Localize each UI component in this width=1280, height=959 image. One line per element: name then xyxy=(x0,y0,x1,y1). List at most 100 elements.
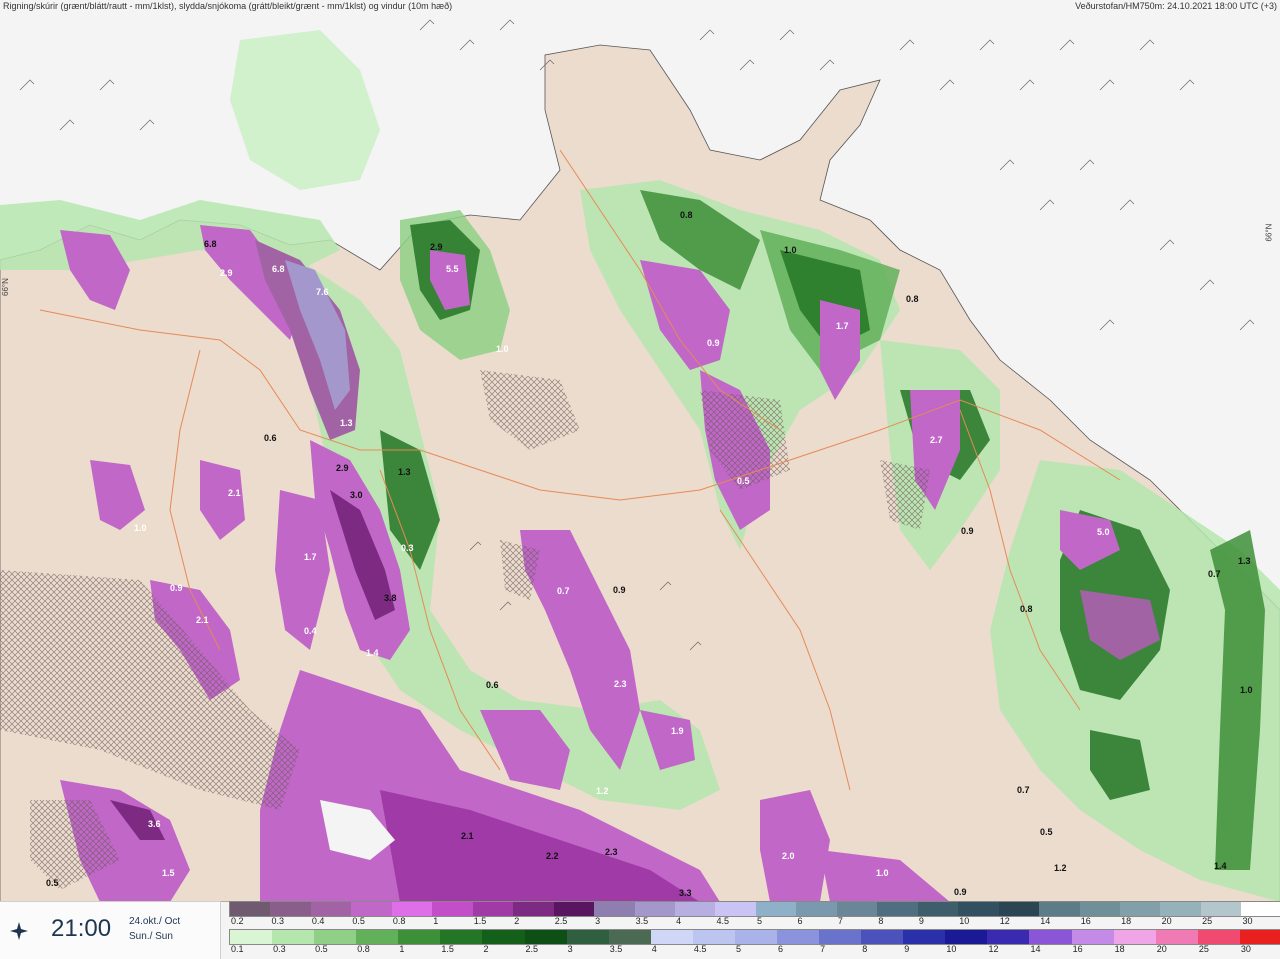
legend-label: 3 xyxy=(567,944,573,954)
legend-label: 1.5 xyxy=(441,944,454,954)
legend-label: 7 xyxy=(820,944,826,954)
legend-label: 2.5 xyxy=(554,916,568,926)
legend-swatch xyxy=(634,902,675,916)
map-value: 0.7 xyxy=(1208,569,1221,579)
legend-swatch xyxy=(272,930,315,944)
legend-label: 1.5 xyxy=(473,916,487,926)
legend-swatch xyxy=(472,902,514,916)
legend-swatch xyxy=(836,902,878,916)
legend-label: 0.5 xyxy=(352,916,365,926)
map-value: 0.7 xyxy=(557,586,570,596)
legend-swatch xyxy=(482,930,525,944)
legend-label: 25 xyxy=(1198,944,1209,954)
snow-legend-bar xyxy=(229,901,1280,917)
legend-label: 30 xyxy=(1240,944,1251,954)
legend-swatch xyxy=(524,930,567,944)
forecast-time: 21:00 xyxy=(51,915,112,942)
map-value: 0.5 xyxy=(1040,827,1053,837)
legend-label: 0.8 xyxy=(357,944,370,954)
legend-swatch xyxy=(391,902,433,916)
rain-legend-bar xyxy=(229,929,1280,945)
legend-swatch xyxy=(553,902,595,916)
map-value: 2.9 xyxy=(220,268,233,278)
legend-label: 8 xyxy=(878,916,884,926)
legend-swatch xyxy=(692,930,735,944)
map-value: 2.1 xyxy=(461,831,474,841)
legend-label: 1 xyxy=(399,944,405,954)
map-value: 0.9 xyxy=(707,338,720,348)
legend-label: 30 xyxy=(1242,916,1253,926)
map-value: 1.7 xyxy=(836,321,849,331)
map-value: 1.0 xyxy=(876,868,889,878)
map-value: 2.0 xyxy=(782,851,795,861)
legend-label: 6 xyxy=(778,944,784,954)
legend-label: 0.3 xyxy=(271,916,284,926)
legend-label: 16 xyxy=(1080,916,1091,926)
map-value: 1.3 xyxy=(340,418,353,428)
legend-label: 4 xyxy=(676,916,682,926)
legend-swatch xyxy=(958,902,999,916)
legend-swatch xyxy=(777,930,820,944)
map-value: 1.4 xyxy=(1214,861,1227,871)
map-value: 0.6 xyxy=(486,680,499,690)
legend-label: 14 xyxy=(1030,944,1041,954)
legend-swatch xyxy=(1071,930,1114,944)
map-value: 2.3 xyxy=(605,847,618,857)
map-value: 7.6 xyxy=(316,287,329,297)
map-value: 2.9 xyxy=(336,463,349,473)
legend-swatch xyxy=(398,930,441,944)
legend-label: 0.3 xyxy=(273,944,286,954)
legend-label: 18 xyxy=(1121,916,1132,926)
legend-label: 18 xyxy=(1114,944,1125,954)
legend-label: 5 xyxy=(735,944,741,954)
map-value: 3.8 xyxy=(384,593,397,603)
legend-label: 2.5 xyxy=(525,944,539,954)
legend-swatch xyxy=(987,930,1030,944)
latitude-label-left: 66°N xyxy=(1,278,10,296)
legend-swatch xyxy=(1039,902,1080,916)
precipitation-map[interactable]: 0.8 1.0 0.8 2.9 5.5 1.0 6.8 2.9 6.8 7.6 … xyxy=(0,10,1280,903)
map-value: 1.3 xyxy=(398,467,411,477)
legend-swatch xyxy=(566,930,609,944)
legend-label: 2 xyxy=(483,944,489,954)
map-value: 0.9 xyxy=(954,887,967,897)
legend-label: 12 xyxy=(988,944,999,954)
map-value: 1.9 xyxy=(671,726,684,736)
legend-swatch xyxy=(594,902,635,916)
map-value: 3.3 xyxy=(679,888,692,898)
legend-swatch xyxy=(1197,930,1240,944)
map-value: 6.8 xyxy=(204,239,217,249)
map-value: 0.5 xyxy=(737,476,750,486)
legend-swatch xyxy=(1029,930,1072,944)
latitude-label-right: 66°N xyxy=(1264,223,1274,242)
map-value: 0.8 xyxy=(906,294,919,304)
snow-legend-labels: 0.2 0.3 0.4 0.5 0.8 1 1.5 2 2.5 3 3.5 4 4.5 5 6 7 8 9 10 12… xyxy=(229,916,1280,927)
map-value: 0.8 xyxy=(680,210,693,220)
legend-label: 14 xyxy=(1040,916,1051,926)
map-value: 0.6 xyxy=(264,433,277,443)
map-value: 1.0 xyxy=(496,344,509,354)
map-value: 1.2 xyxy=(596,786,609,796)
forecast-weekday: Sun./ Sun xyxy=(129,931,173,942)
legend-swatch xyxy=(1119,902,1161,916)
map-value: 0.9 xyxy=(961,526,974,536)
legend-label: 25 xyxy=(1202,916,1213,926)
legend-swatch xyxy=(819,930,862,944)
map-value: 2.9 xyxy=(430,242,443,252)
legend-swatch xyxy=(917,902,959,916)
legend-label: 10 xyxy=(946,944,957,954)
timeline-icon[interactable] xyxy=(8,920,30,942)
map-value: 2.2 xyxy=(546,851,559,861)
legend-swatch xyxy=(608,930,651,944)
legend-swatch xyxy=(230,930,273,944)
legend-label: 2 xyxy=(514,916,520,926)
map-value: 3.0 xyxy=(350,490,363,500)
legend-swatch xyxy=(1155,930,1198,944)
legend-swatch xyxy=(1241,902,1280,916)
legend-swatch xyxy=(755,902,797,916)
legend-swatch xyxy=(440,930,483,944)
legend-swatch xyxy=(314,930,357,944)
legend-swatch xyxy=(1239,930,1280,944)
legend-label: 8 xyxy=(862,944,868,954)
map-value: 1.0 xyxy=(1240,685,1253,695)
